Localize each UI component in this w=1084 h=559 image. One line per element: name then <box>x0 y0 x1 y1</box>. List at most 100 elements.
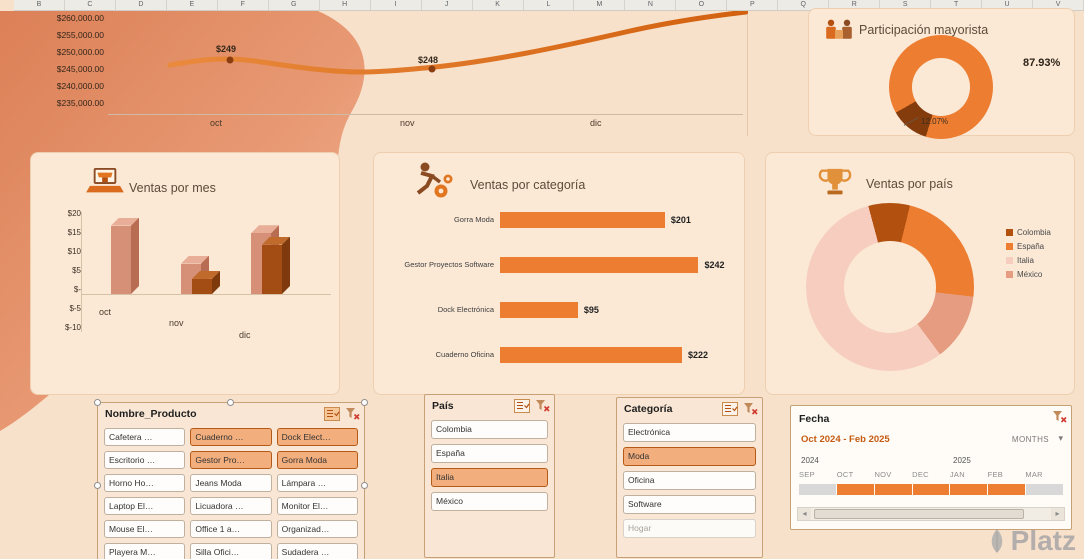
scroll-right-arrow-icon[interactable]: ▸ <box>1051 508 1064 520</box>
category-row-dock-electr-nica: Dock Electrónica $95 <box>382 287 736 332</box>
slicer-item-sudadera[interactable]: Sudadera … <box>276 543 358 559</box>
slicer-item-playera-m[interactable]: Playera M… <box>104 543 186 559</box>
slicer-item-m-xico[interactable]: México <box>431 492 548 511</box>
x-axis-label-nov: nov <box>400 118 415 128</box>
slicer-item-silla-ofici[interactable]: Silla Ofici… <box>190 543 272 559</box>
clear-filter-icon[interactable] <box>345 407 360 421</box>
slicer-item-software[interactable]: Software <box>623 495 756 514</box>
column-header-b[interactable]: B <box>14 0 65 10</box>
y-axis-label: $10 <box>67 247 81 256</box>
legend-item-italia: Italia <box>1006 256 1068 265</box>
column-header-n[interactable]: N <box>625 0 677 10</box>
column-header-k[interactable]: K <box>473 0 524 10</box>
x-axis-label-nov: nov <box>169 318 184 328</box>
timeline-month-label-jan: JAN <box>949 470 965 479</box>
gauge-minor-percent: 12.07% <box>921 117 949 126</box>
multiselect-icon[interactable] <box>514 399 530 413</box>
slicer-item-colombia[interactable]: Colombia <box>431 420 548 439</box>
category-value-label: $201 <box>670 214 691 225</box>
column-header-g[interactable]: G <box>269 0 320 10</box>
slicer-item-office-1-a[interactable]: Office 1 a… <box>190 520 272 538</box>
selection-handle[interactable] <box>94 482 101 489</box>
bar-serie-1-oct <box>111 217 139 294</box>
revenue-line-chart[interactable]: $260,000.00 $255,000.00 $250,000.00 $245,00… <box>30 11 748 136</box>
scroll-left-arrow-icon[interactable]: ◂ <box>798 508 811 520</box>
clear-filter-icon[interactable] <box>535 399 550 413</box>
point-label-oct: $249 <box>216 44 237 54</box>
timeline-segment-sep[interactable] <box>799 484 836 495</box>
selection-handle[interactable] <box>361 399 368 406</box>
timeline-segment-jan[interactable] <box>950 484 988 495</box>
column-header-m[interactable]: M <box>574 0 626 10</box>
multiselect-icon[interactable] <box>722 402 738 416</box>
slicer-nombre-producto[interactable]: Nombre_Producto Cafetera … Cuaderno … Dock… <box>94 399 368 559</box>
slicer-item-gorra-moda[interactable]: Gorra Moda <box>276 451 358 469</box>
column-header-p[interactable]: P <box>727 0 779 10</box>
bar-side-face <box>282 237 290 294</box>
timeline-segment-oct[interactable] <box>836 484 874 495</box>
clear-filter-icon[interactable] <box>1052 410 1067 424</box>
sales-by-month-card[interactable]: Ventas por mes $20 $15 $10 $5 $- $-5 $-10 oct n… <box>30 152 340 395</box>
slicer-item-horno-ho[interactable]: Horno Ho… <box>104 474 186 492</box>
timeline-segment-feb[interactable] <box>988 484 1026 495</box>
column-header-l[interactable]: L <box>524 0 575 10</box>
column-header-o[interactable]: O <box>676 0 728 10</box>
slicer-pais[interactable]: País Colombia España Italia México <box>424 394 555 558</box>
column-header-f[interactable]: F <box>218 0 269 10</box>
category-row-gorra-moda: Gorra Moda $201 <box>382 197 736 242</box>
legend-item-m-xico: México <box>1006 270 1068 279</box>
column-header-e[interactable]: E <box>167 0 218 10</box>
slicer-item-dock-elect[interactable]: Dock Elect… <box>276 428 358 446</box>
legend-label: Colombia <box>1017 228 1051 237</box>
slicer-item-espa-a[interactable]: España <box>431 444 548 463</box>
selection-handle[interactable] <box>227 399 234 406</box>
legend-swatch <box>1006 243 1013 250</box>
slicer-item-organizad[interactable]: Organizad… <box>276 520 358 538</box>
column-header-j[interactable]: J <box>422 0 473 10</box>
slicer-item-italia[interactable]: Italia <box>431 468 548 487</box>
slicer-item-hogar[interactable]: Hogar <box>623 519 756 538</box>
slicer-item-cuaderno[interactable]: Cuaderno … <box>190 428 272 446</box>
soccer-player-icon <box>416 162 453 198</box>
wholesale-share-card[interactable]: Participación mayorista 87.93% 12.07% <box>808 8 1075 139</box>
slicer-item-cafetera[interactable]: Cafetera … <box>104 428 186 446</box>
sales-by-country-card[interactable]: Ventas por país Colombia España Italia Méxi… <box>765 152 1075 395</box>
slicer-categoria[interactable]: Categoría Electrónica Moda Oficina Software… <box>616 397 763 558</box>
timeline-track[interactable] <box>799 484 1064 495</box>
timeline-fecha[interactable]: Fecha Oct 2024 - Feb 2025 MONTHS ▾ SEP OC… <box>790 405 1072 530</box>
y-axis-label: $-5 <box>69 304 81 313</box>
legend-swatch <box>1006 271 1013 278</box>
slicer-item-mouse-el[interactable]: Mouse El… <box>104 520 186 538</box>
selection-handle[interactable] <box>94 399 101 406</box>
slicer-item-jeans-moda[interactable]: Jeans Moda <box>190 474 272 492</box>
column-header-c[interactable]: C <box>65 0 116 10</box>
slicer-item-moda[interactable]: Moda <box>623 447 756 466</box>
timeline-period-selector[interactable]: MONTHS <box>1012 435 1049 444</box>
column-header-h[interactable]: H <box>320 0 371 10</box>
card-title: Ventas por categoría <box>470 178 586 192</box>
timeline-segment-dec[interactable] <box>912 484 950 495</box>
slicer-item-laptop-el[interactable]: Laptop El… <box>104 497 186 515</box>
clear-filter-icon[interactable] <box>743 402 758 416</box>
timeline-segment-nov[interactable] <box>874 484 912 495</box>
slicer-item-list: Cafetera … Cuaderno … Dock Elect… Escritori… <box>104 428 358 559</box>
slicer-item-monitor-el[interactable]: Monitor El… <box>276 497 358 515</box>
category-bar <box>500 256 699 273</box>
timeline-scrollbar[interactable]: ◂ ▸ <box>797 507 1065 521</box>
chevron-down-icon[interactable]: ▾ <box>1058 433 1063 444</box>
slicer-item-gestor-pro[interactable]: Gestor Pro… <box>190 451 272 469</box>
slicer-item-electr-nica[interactable]: Electrónica <box>623 423 756 442</box>
slicer-title: País <box>432 400 454 412</box>
column-header-d[interactable]: D <box>116 0 167 10</box>
slicer-item-l-mpara[interactable]: Lámpara … <box>276 474 358 492</box>
slicer-item-oficina[interactable]: Oficina <box>623 471 756 490</box>
column-header-i[interactable]: I <box>371 0 422 10</box>
slicer-item-escritorio[interactable]: Escritorio … <box>104 451 186 469</box>
sales-by-category-card[interactable]: Ventas por categoría Gorra Moda $201 Gesto… <box>373 152 745 395</box>
selection-handle[interactable] <box>361 482 368 489</box>
y-axis-label: $15 <box>67 228 81 237</box>
slicer-item-licuadora[interactable]: Licuadora … <box>190 497 272 515</box>
scrollbar-thumb[interactable] <box>814 509 1024 519</box>
timeline-segment-mar[interactable] <box>1026 484 1064 495</box>
multiselect-icon[interactable] <box>324 407 340 421</box>
